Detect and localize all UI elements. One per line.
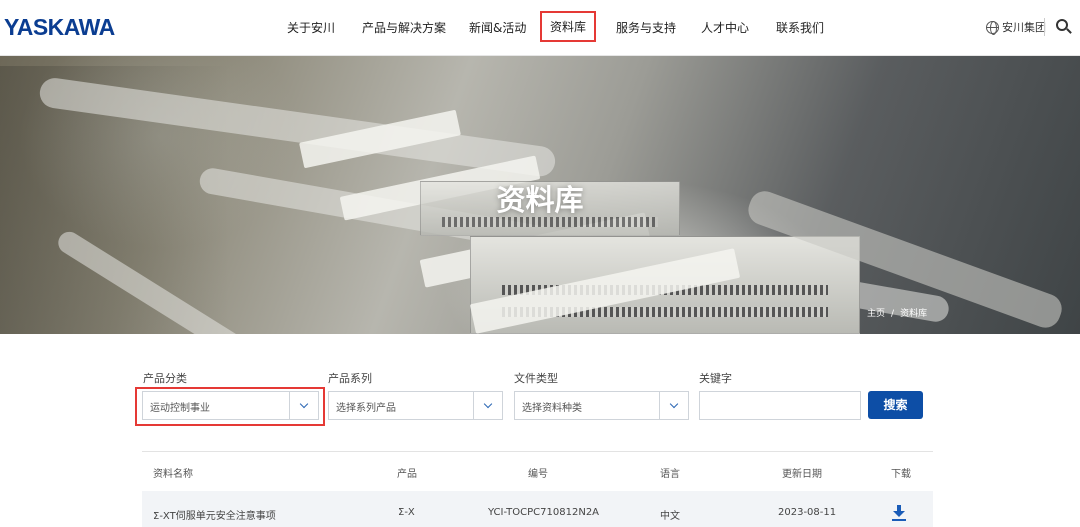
search-icon[interactable] <box>1056 19 1072 35</box>
filetype-label: 文件类型 <box>514 372 558 385</box>
globe-icon <box>986 20 999 35</box>
main-nav: 关于安川 产品与解决方案 新闻&活动 资料库 服务与支持 人才中心 联系我们 <box>0 0 1080 56</box>
language-switch[interactable]: 安川集团 <box>986 19 1046 35</box>
site-header: YASKAWA 关于安川 产品与解决方案 新闻&活动 资料库 服务与支持 人才中… <box>0 0 1080 56</box>
series-select[interactable]: 选择系列产品 <box>328 391 503 420</box>
nav-news[interactable]: 新闻&活动 <box>469 19 526 36</box>
row-language: 中文 <box>660 511 680 522</box>
keyword-label: 关键字 <box>699 372 732 385</box>
hero-banner: 资料库 主页 / 资料库 <box>0 56 1080 334</box>
page-title: 资料库 <box>496 183 584 217</box>
series-label: 产品系列 <box>328 372 372 385</box>
nav-library[interactable]: 资料库 <box>540 11 597 42</box>
nav-service[interactable]: 服务与支持 <box>616 19 676 36</box>
table-row: Σ-XT伺服单元安全注意事项 Σ-X YCI-TOCPC710812N2A 中文… <box>142 491 933 527</box>
nav-careers[interactable]: 人才中心 <box>701 19 749 36</box>
language-label: 安川集团 <box>1002 21 1046 34</box>
nav-about[interactable]: 关于安川 <box>287 19 335 36</box>
nav-contact[interactable]: 联系我们 <box>776 19 824 36</box>
col-product: 产品 <box>397 469 417 480</box>
breadcrumb-home[interactable]: 主页 <box>867 309 885 319</box>
filetype-select[interactable]: 选择资料种类 <box>514 391 689 420</box>
series-placeholder: 选择系列产品 <box>336 403 396 414</box>
nav-products[interactable]: 产品与解决方案 <box>362 19 446 36</box>
col-download: 下载 <box>891 469 911 480</box>
category-label: 产品分类 <box>143 372 187 385</box>
chevron-down-icon[interactable] <box>659 392 688 419</box>
filetype-placeholder: 选择资料种类 <box>522 403 582 414</box>
breadcrumb: 主页 / 资料库 <box>864 306 930 319</box>
table-header: 资料名称 产品 编号 语言 更新日期 下载 <box>142 451 933 491</box>
row-date: 2023-08-11 <box>778 507 837 518</box>
col-name: 资料名称 <box>153 469 193 480</box>
download-icon[interactable] <box>892 505 906 521</box>
chevron-down-icon[interactable] <box>473 392 502 419</box>
col-date: 更新日期 <box>782 469 822 480</box>
keyword-input[interactable] <box>699 391 861 420</box>
breadcrumb-separator: / <box>891 309 895 319</box>
highlight-frame <box>135 387 325 426</box>
search-button[interactable]: 搜索 <box>868 391 923 419</box>
header-divider <box>1044 18 1045 36</box>
col-code: 编号 <box>528 469 548 480</box>
breadcrumb-current: 资料库 <box>900 309 928 319</box>
row-name[interactable]: Σ-XT伺服单元安全注意事项 <box>153 507 276 522</box>
row-product: Σ-X <box>398 507 415 518</box>
col-language: 语言 <box>660 469 680 480</box>
row-code: YCI-TOCPC710812N2A <box>488 507 600 518</box>
